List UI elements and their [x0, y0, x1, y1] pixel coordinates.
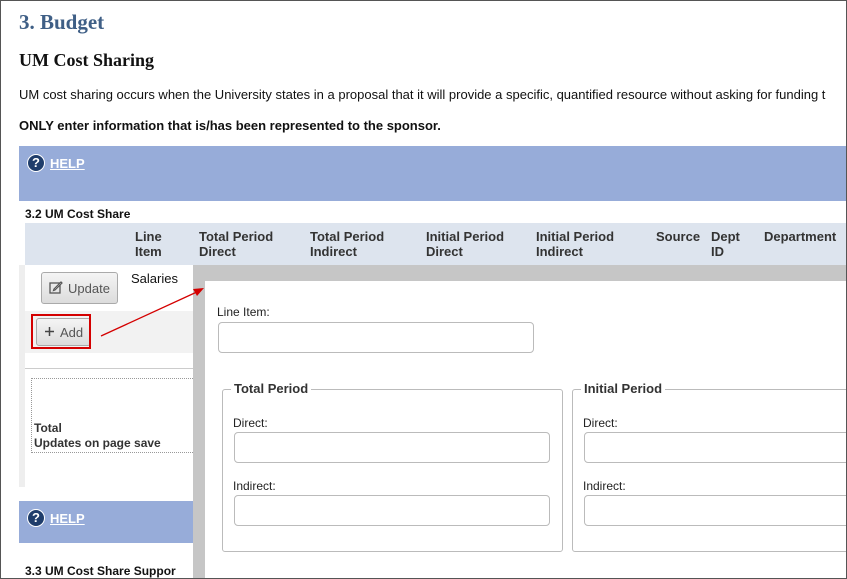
screenshot-frame: 3. Budget UM Cost Sharing UM cost sharin… [0, 0, 847, 579]
annotation-arrow [100, 288, 204, 337]
